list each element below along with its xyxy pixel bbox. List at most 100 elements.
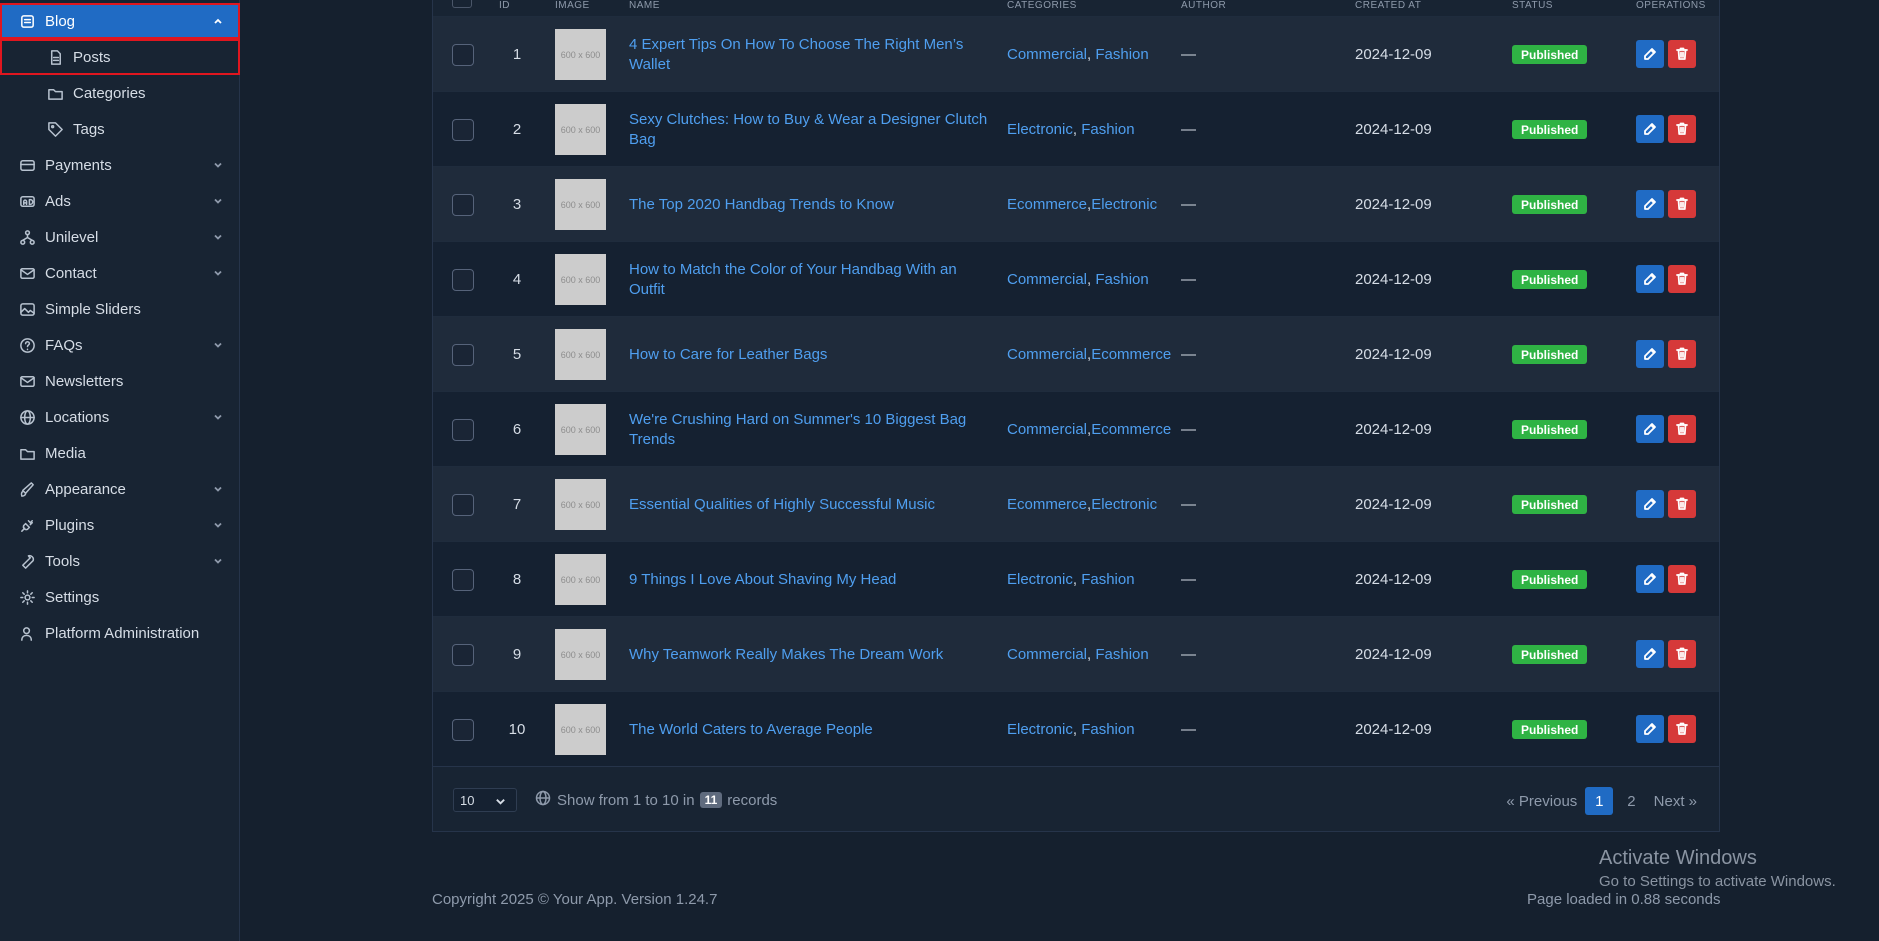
sidebar-item-unilevel[interactable]: Unilevel bbox=[0, 219, 240, 255]
post-title-link[interactable]: How to Match the Color of Your Handbag W… bbox=[629, 242, 989, 317]
select-all-checkbox[interactable] bbox=[452, 0, 472, 8]
sidebar-item-settings[interactable]: Settings bbox=[0, 579, 240, 615]
table-row: 7 600 x 600 Essential Qualities of Highly … bbox=[433, 466, 1719, 541]
edit-button[interactable] bbox=[1636, 340, 1664, 368]
category-link[interactable]: Commercial bbox=[1007, 46, 1087, 63]
edit-button[interactable] bbox=[1636, 115, 1664, 143]
sidebar-item-locations[interactable]: Locations bbox=[0, 399, 240, 435]
sidebar-item-appearance[interactable]: Appearance bbox=[0, 471, 240, 507]
delete-button[interactable] bbox=[1668, 40, 1696, 68]
category-link[interactable]: Fashion bbox=[1081, 571, 1134, 588]
category-link[interactable]: Commercial bbox=[1007, 646, 1087, 663]
category-link[interactable]: Electronic bbox=[1091, 496, 1157, 513]
page-2-button[interactable]: 2 bbox=[1627, 793, 1635, 810]
delete-button[interactable] bbox=[1668, 415, 1696, 443]
previous-page-link[interactable]: « Previous bbox=[1506, 793, 1577, 810]
header-operations: OPERATIONS bbox=[1636, 0, 1706, 11]
sidebar-item-simple-sliders[interactable]: Simple Sliders bbox=[0, 291, 240, 327]
row-checkbox[interactable] bbox=[452, 719, 474, 741]
row-checkbox[interactable] bbox=[452, 644, 474, 666]
per-page-select[interactable]: 10 bbox=[453, 788, 517, 812]
post-thumbnail: 600 x 600 bbox=[555, 329, 606, 380]
edit-button[interactable] bbox=[1636, 640, 1664, 668]
sidebar-item-payments[interactable]: Payments bbox=[0, 147, 240, 183]
category-link[interactable]: Fashion bbox=[1081, 121, 1134, 138]
next-page-link[interactable]: Next » bbox=[1654, 793, 1697, 810]
category-link[interactable]: Commercial bbox=[1007, 346, 1087, 363]
post-author: — bbox=[1181, 271, 1196, 288]
edit-button[interactable] bbox=[1636, 565, 1664, 593]
post-title-link[interactable]: The World Caters to Average People bbox=[629, 692, 989, 767]
edit-button[interactable] bbox=[1636, 715, 1664, 743]
header-name[interactable]: NAME bbox=[629, 0, 660, 11]
post-title-link[interactable]: Why Teamwork Really Makes The Dream Work bbox=[629, 617, 989, 692]
row-checkbox[interactable] bbox=[452, 494, 474, 516]
page-1-button[interactable]: 1 bbox=[1585, 787, 1614, 815]
row-checkbox[interactable] bbox=[452, 269, 474, 291]
sidebar-item-tools[interactable]: Tools bbox=[0, 543, 240, 579]
category-link[interactable]: Fashion bbox=[1081, 721, 1134, 738]
post-id: 1 bbox=[512, 46, 522, 63]
header-status[interactable]: STATUS bbox=[1512, 0, 1553, 11]
sidebar-item-categories[interactable]: Categories bbox=[0, 75, 240, 111]
edit-button[interactable] bbox=[1636, 190, 1664, 218]
row-checkbox[interactable] bbox=[452, 44, 474, 66]
help-circle-icon bbox=[18, 336, 36, 354]
delete-button[interactable] bbox=[1668, 190, 1696, 218]
row-checkbox[interactable] bbox=[452, 419, 474, 441]
category-link[interactable]: Electronic bbox=[1007, 571, 1073, 588]
delete-button[interactable] bbox=[1668, 490, 1696, 518]
edit-button[interactable] bbox=[1636, 40, 1664, 68]
post-created-at: 2024-12-09 bbox=[1355, 571, 1432, 588]
sidebar-item-plugins[interactable]: Plugins bbox=[0, 507, 240, 543]
sidebar-item-blog[interactable]: Blog bbox=[0, 3, 240, 39]
sidebar-item-faqs[interactable]: FAQs bbox=[0, 327, 240, 363]
category-link[interactable]: Electronic bbox=[1091, 196, 1157, 213]
post-title-link[interactable]: How to Care for Leather Bags bbox=[629, 317, 989, 392]
edit-button[interactable] bbox=[1636, 490, 1664, 518]
edit-button[interactable] bbox=[1636, 415, 1664, 443]
post-title-link[interactable]: Essential Qualities of Highly Successful… bbox=[629, 467, 989, 542]
category-link[interactable]: Ecommerce bbox=[1007, 496, 1087, 513]
row-checkbox[interactable] bbox=[452, 569, 474, 591]
category-link[interactable]: Fashion bbox=[1095, 271, 1148, 288]
sidebar-item-newsletters[interactable]: Newsletters bbox=[0, 363, 240, 399]
post-title-link[interactable]: We're Crushing Hard on Summer's 10 Bigge… bbox=[629, 392, 989, 467]
sidebar-item-ads[interactable]: Ads bbox=[0, 183, 240, 219]
row-checkbox[interactable] bbox=[452, 194, 474, 216]
row-checkbox[interactable] bbox=[452, 344, 474, 366]
category-link[interactable]: Commercial bbox=[1007, 271, 1087, 288]
edit-button[interactable] bbox=[1636, 265, 1664, 293]
category-link[interactable]: Electronic bbox=[1007, 121, 1073, 138]
sidebar-item-posts[interactable]: Posts bbox=[0, 39, 240, 75]
post-categories: Commercial, Fashion bbox=[1007, 242, 1167, 317]
delete-button[interactable] bbox=[1668, 265, 1696, 293]
delete-button[interactable] bbox=[1668, 340, 1696, 368]
post-author: — bbox=[1181, 46, 1196, 63]
category-link[interactable]: Ecommerce bbox=[1091, 421, 1171, 438]
category-link[interactable]: Electronic bbox=[1007, 721, 1073, 738]
sidebar-item-tags[interactable]: Tags bbox=[0, 111, 240, 147]
post-title-link[interactable]: The Top 2020 Handbag Trends to Know bbox=[629, 167, 989, 242]
table-row: 3 600 x 600 The Top 2020 Handbag Trends to… bbox=[433, 166, 1719, 241]
post-title-link[interactable]: 9 Things I Love About Shaving My Head bbox=[629, 542, 989, 617]
delete-button[interactable] bbox=[1668, 715, 1696, 743]
header-created-at[interactable]: CREATED AT bbox=[1355, 0, 1421, 11]
category-link[interactable]: Ecommerce bbox=[1007, 196, 1087, 213]
row-checkbox[interactable] bbox=[452, 119, 474, 141]
category-link[interactable]: Fashion bbox=[1095, 46, 1148, 63]
sidebar-item-media[interactable]: Media bbox=[0, 435, 240, 471]
header-id[interactable]: ID bbox=[499, 0, 510, 11]
post-title-link[interactable]: 4 Expert Tips On How To Choose The Right… bbox=[629, 17, 989, 92]
category-link[interactable]: Fashion bbox=[1095, 646, 1148, 663]
category-link[interactable]: Commercial bbox=[1007, 421, 1087, 438]
post-title-link[interactable]: Sexy Clutches: How to Buy & Wear a Desig… bbox=[629, 92, 989, 167]
delete-button[interactable] bbox=[1668, 565, 1696, 593]
category-link[interactable]: Ecommerce bbox=[1091, 346, 1171, 363]
delete-button[interactable] bbox=[1668, 115, 1696, 143]
sidebar-item-platform-administration[interactable]: Platform Administration bbox=[0, 615, 240, 651]
mail-icon bbox=[18, 372, 36, 390]
delete-button[interactable] bbox=[1668, 640, 1696, 668]
post-thumbnail: 600 x 600 bbox=[555, 179, 606, 230]
sidebar-item-contact[interactable]: Contact bbox=[0, 255, 240, 291]
